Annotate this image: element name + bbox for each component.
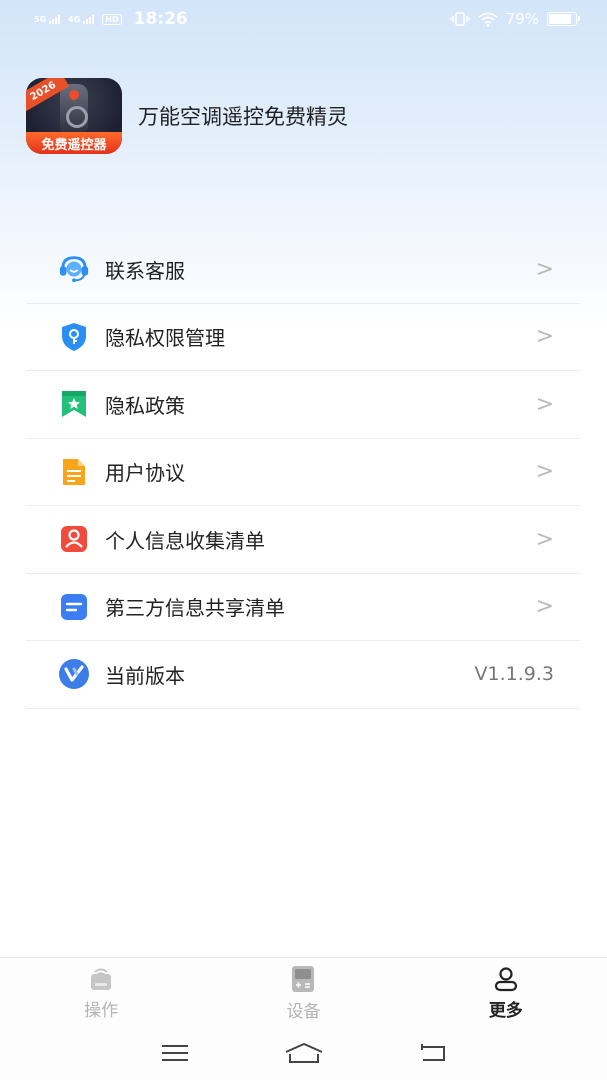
menu-item-privacy-permissions[interactable]: 隐私权限管理 > [26, 304, 580, 371]
device-icon [292, 966, 315, 992]
person-icon [58, 523, 90, 555]
user-icon [494, 967, 517, 992]
menu-item-current-version[interactable]: 当前版本 V1.1.9.3 [26, 641, 580, 709]
tab-more[interactable]: 更多 [405, 958, 607, 1025]
chevron-right-icon: > [535, 324, 554, 350]
logo-banner: 免费遥控器 [26, 132, 122, 154]
nav-menu-button[interactable] [155, 1038, 195, 1068]
status-right: 79% [449, 10, 580, 28]
menu-label: 隐私权限管理 [105, 326, 225, 351]
hd-voice-icon: HD [102, 13, 122, 25]
status-time: 18:26 [133, 9, 188, 29]
menu-item-user-agreement[interactable]: 用户协议 > [26, 439, 580, 506]
headset-icon [58, 253, 90, 285]
remote-graphic [60, 84, 88, 136]
home-icon [285, 1042, 322, 1063]
wifi-icon [478, 12, 498, 27]
v-logo-icon [58, 658, 90, 690]
app-logo: 2026 免费遥控器 [26, 78, 122, 154]
chevron-right-icon: > [535, 526, 554, 552]
tab-label: 操作 [84, 1001, 119, 1021]
chevron-right-icon: > [535, 459, 554, 485]
document-icon [58, 456, 90, 488]
nav-back-button[interactable] [413, 1038, 453, 1068]
version-value: V1.1.9.3 [474, 663, 554, 686]
status-bar: 5G 4G HD 18:26 79% [0, 0, 607, 38]
menu-label: 联系客服 [105, 258, 185, 283]
shield-key-icon [58, 321, 90, 353]
system-nav-bar [0, 1025, 607, 1080]
menu-item-third-party-share-list[interactable]: 第三方信息共享清单 > [26, 574, 580, 641]
status-left: 5G 4G HD 18:26 [34, 9, 188, 29]
menu-label: 当前版本 [105, 663, 185, 688]
menu-lines-icon [161, 1044, 188, 1061]
menu-label: 用户协议 [105, 461, 185, 486]
menu-label: 隐私政策 [105, 393, 185, 418]
remote-operate-icon [91, 968, 112, 990]
chevron-right-icon: > [535, 391, 554, 417]
signal-5g-icon: 5G [34, 14, 61, 24]
bottom-tab-bar: 操作 设备 更多 [0, 957, 607, 1025]
battery-level [549, 14, 572, 24]
bookmark-star-icon [58, 388, 90, 420]
tab-operate[interactable]: 操作 [0, 958, 202, 1025]
tab-label: 设备 [286, 1002, 321, 1022]
vibrate-icon [449, 12, 470, 26]
menu-item-privacy-policy[interactable]: 隐私政策 > [26, 371, 580, 439]
app-header: 2026 免费遥控器 万能空调遥控免费精灵 [26, 78, 348, 154]
battery-percent: 79% [505, 10, 539, 28]
menu-item-personal-info-list[interactable]: 个人信息收集清单 > [26, 506, 580, 574]
back-icon [420, 1043, 445, 1061]
list-icon [58, 591, 90, 623]
menu-item-customer-service[interactable]: 联系客服 > [26, 236, 580, 304]
signal-4g-label: 4G [68, 14, 81, 24]
settings-menu: 联系客服 > 隐私权限管理 > 隐私政策 > 用户协议 > 个人信息收集清单 >… [26, 236, 580, 709]
signal-4g-icon: 4G [68, 14, 95, 24]
nav-home-button[interactable] [284, 1038, 324, 1068]
tab-device[interactable]: 设备 [202, 958, 404, 1025]
tab-label: 更多 [488, 1001, 523, 1021]
chevron-right-icon: > [535, 256, 554, 282]
chevron-right-icon: > [535, 594, 554, 620]
battery-icon [547, 12, 580, 26]
signal-5g-label: 5G [34, 14, 47, 24]
menu-label: 个人信息收集清单 [105, 528, 265, 553]
menu-label: 第三方信息共享清单 [105, 596, 285, 621]
app-name: 万能空调遥控免费精灵 [138, 105, 348, 129]
